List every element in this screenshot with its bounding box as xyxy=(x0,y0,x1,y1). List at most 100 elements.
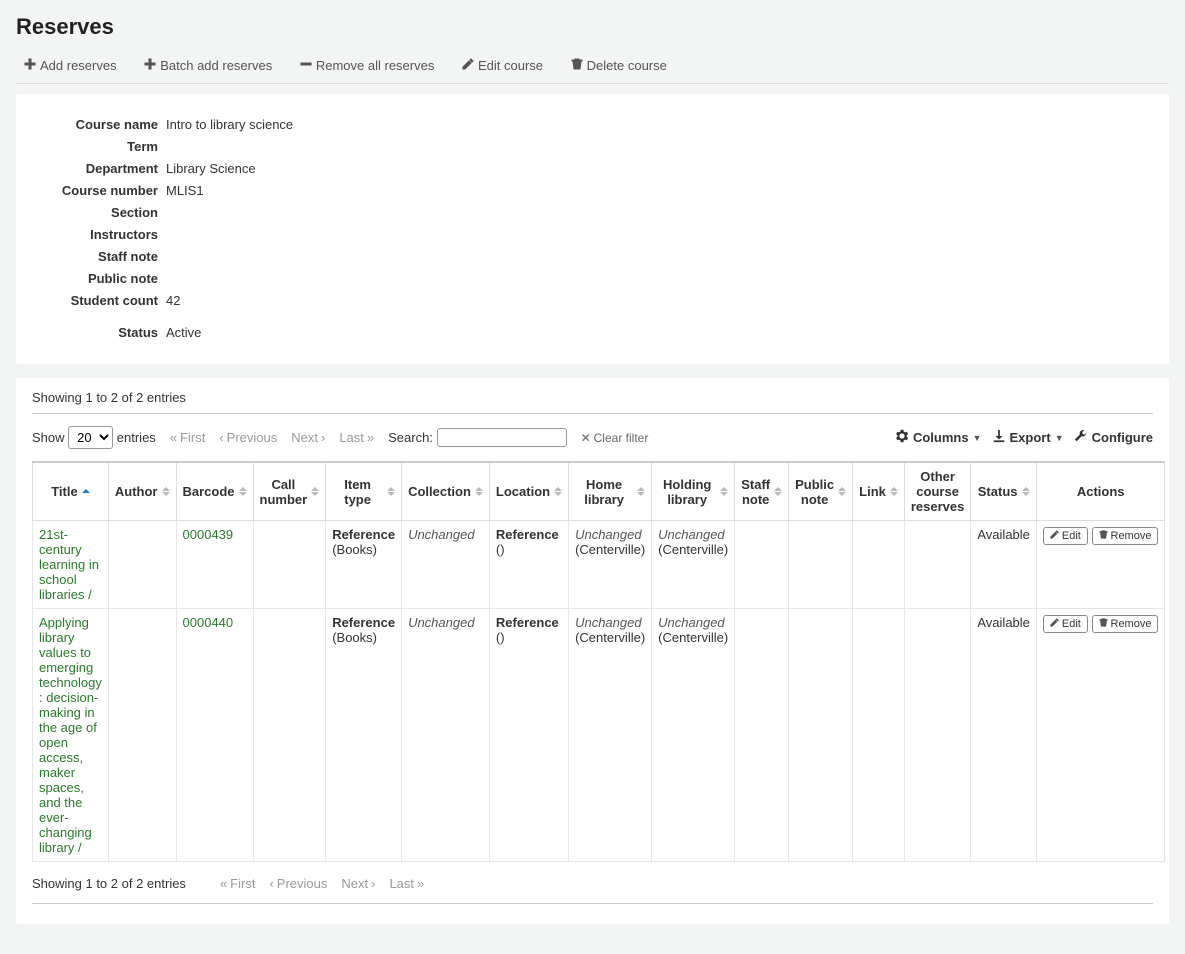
pencil-icon xyxy=(462,58,474,73)
label-public-note: Public note xyxy=(46,268,166,290)
show-label-pre: Show xyxy=(32,430,65,445)
col-staff-note-label: Staff note xyxy=(741,477,770,507)
batch-add-button[interactable]: Batch add reserves xyxy=(136,54,280,77)
col-other-reserves[interactable]: Other course reserves xyxy=(904,462,971,521)
configure-label: Configure xyxy=(1092,430,1153,445)
value-section xyxy=(166,202,1149,224)
title-link[interactable]: 21st-century learning in school librarie… xyxy=(39,527,99,602)
edit-row-button[interactable]: Edit xyxy=(1043,615,1088,633)
columns-label: Columns xyxy=(913,430,969,445)
remove-label: Remove xyxy=(1111,618,1152,630)
cell-collection: Unchanged xyxy=(402,521,490,609)
cell-item-type: Reference(Books) xyxy=(326,521,402,609)
chevron-left-icon: ‹ xyxy=(269,876,273,891)
configure-button[interactable]: Configure xyxy=(1074,429,1153,446)
page-size-select[interactable]: 20 xyxy=(68,426,113,449)
edit-course-button[interactable]: Edit course xyxy=(454,54,551,77)
sort-icon xyxy=(554,487,562,496)
prev-page-button-bottom[interactable]: ‹ Previous xyxy=(269,876,327,891)
value-staff-note xyxy=(166,246,1149,268)
reserves-table: Title Author Barcode Call number Item ty… xyxy=(32,461,1165,862)
col-status[interactable]: Status xyxy=(971,462,1037,521)
col-call-number[interactable]: Call number xyxy=(253,462,326,521)
col-public-note[interactable]: Public note xyxy=(789,462,853,521)
cell-author xyxy=(108,609,176,862)
last-page-button-bottom[interactable]: Last » xyxy=(389,876,424,891)
cell-call-number xyxy=(253,521,326,609)
cell-item-type: Reference(Books) xyxy=(326,609,402,862)
export-button[interactable]: Export ▼ xyxy=(992,429,1064,446)
plus-icon xyxy=(144,58,156,73)
double-chevron-left-icon: « xyxy=(220,876,227,891)
last-label: Last xyxy=(339,430,364,445)
caret-down-icon: ▼ xyxy=(973,433,982,443)
label-student-count: Student count xyxy=(46,290,166,312)
col-link[interactable]: Link xyxy=(853,462,905,521)
value-department: Library Science xyxy=(166,158,1149,180)
sort-icon xyxy=(838,487,846,496)
value-instructors xyxy=(166,224,1149,246)
clear-filter-button[interactable]: ✕ Clear filter xyxy=(581,431,649,445)
remove-all-label: Remove all reserves xyxy=(316,58,435,73)
download-icon xyxy=(992,429,1006,446)
col-title[interactable]: Title xyxy=(33,462,109,521)
col-holding-library[interactable]: Holding library xyxy=(652,462,735,521)
minus-icon xyxy=(300,58,312,73)
datatable-info-bottom: Showing 1 to 2 of 2 entries xyxy=(32,876,186,891)
first-page-button[interactable]: « First xyxy=(170,430,206,445)
cell-staff-note xyxy=(735,609,789,862)
col-item-type[interactable]: Item type xyxy=(326,462,402,521)
cell-link xyxy=(853,609,905,862)
remove-row-button[interactable]: Remove xyxy=(1092,527,1159,545)
cell-other-reserves xyxy=(904,609,971,862)
last-page-button[interactable]: Last » xyxy=(339,430,374,445)
edit-row-button[interactable]: Edit xyxy=(1043,527,1088,545)
cell-call-number xyxy=(253,609,326,862)
col-author[interactable]: Author xyxy=(108,462,176,521)
sort-icon xyxy=(890,487,898,496)
trash-icon xyxy=(1099,530,1108,542)
delete-course-button[interactable]: Delete course xyxy=(563,54,675,77)
clear-filter-label: Clear filter xyxy=(594,431,649,445)
cell-location: Reference() xyxy=(489,521,568,609)
col-collection[interactable]: Collection xyxy=(402,462,490,521)
next-label: Next xyxy=(291,430,318,445)
action-toolbar: Add reserves Batch add reserves Remove a… xyxy=(16,54,1169,84)
pencil-icon xyxy=(1050,618,1059,630)
sort-icon xyxy=(637,487,645,496)
search-input[interactable] xyxy=(437,428,567,447)
col-home-lib-label: Home library xyxy=(575,477,633,507)
remove-all-button[interactable]: Remove all reserves xyxy=(292,54,443,77)
prev-page-button[interactable]: ‹ Previous xyxy=(219,430,277,445)
edit-label: Edit xyxy=(1062,530,1081,542)
reserves-table-panel: Showing 1 to 2 of 2 entries Show 20 entr… xyxy=(16,378,1169,924)
remove-row-button[interactable]: Remove xyxy=(1092,615,1159,633)
trash-icon xyxy=(571,58,583,73)
double-chevron-right-icon: » xyxy=(417,876,424,891)
first-label: First xyxy=(180,430,205,445)
search-label: Search: xyxy=(388,430,433,445)
label-course-name: Course name xyxy=(46,114,166,136)
columns-button[interactable]: Columns ▼ xyxy=(895,429,982,446)
chevron-right-icon: › xyxy=(321,430,325,445)
col-staff-note[interactable]: Staff note xyxy=(735,462,789,521)
title-link[interactable]: Applying library values to emerging tech… xyxy=(39,615,102,855)
col-home-library[interactable]: Home library xyxy=(569,462,652,521)
table-row: 21st-century learning in school librarie… xyxy=(33,521,1165,609)
barcode-link[interactable]: 0000440 xyxy=(183,615,234,630)
next-label: Next xyxy=(341,876,368,891)
next-page-button[interactable]: Next › xyxy=(291,430,325,445)
remove-label: Remove xyxy=(1111,530,1152,542)
col-barcode[interactable]: Barcode xyxy=(176,462,253,521)
first-page-button-bottom[interactable]: « First xyxy=(220,876,256,891)
barcode-link[interactable]: 0000439 xyxy=(183,527,234,542)
add-reserves-button[interactable]: Add reserves xyxy=(16,54,125,77)
col-call-number-label: Call number xyxy=(260,477,308,507)
label-section: Section xyxy=(46,202,166,224)
label-instructors: Instructors xyxy=(46,224,166,246)
edit-course-label: Edit course xyxy=(478,58,543,73)
plus-icon xyxy=(24,58,36,73)
col-location[interactable]: Location xyxy=(489,462,568,521)
next-page-button-bottom[interactable]: Next › xyxy=(341,876,375,891)
value-student-count: 42 xyxy=(166,290,1149,312)
